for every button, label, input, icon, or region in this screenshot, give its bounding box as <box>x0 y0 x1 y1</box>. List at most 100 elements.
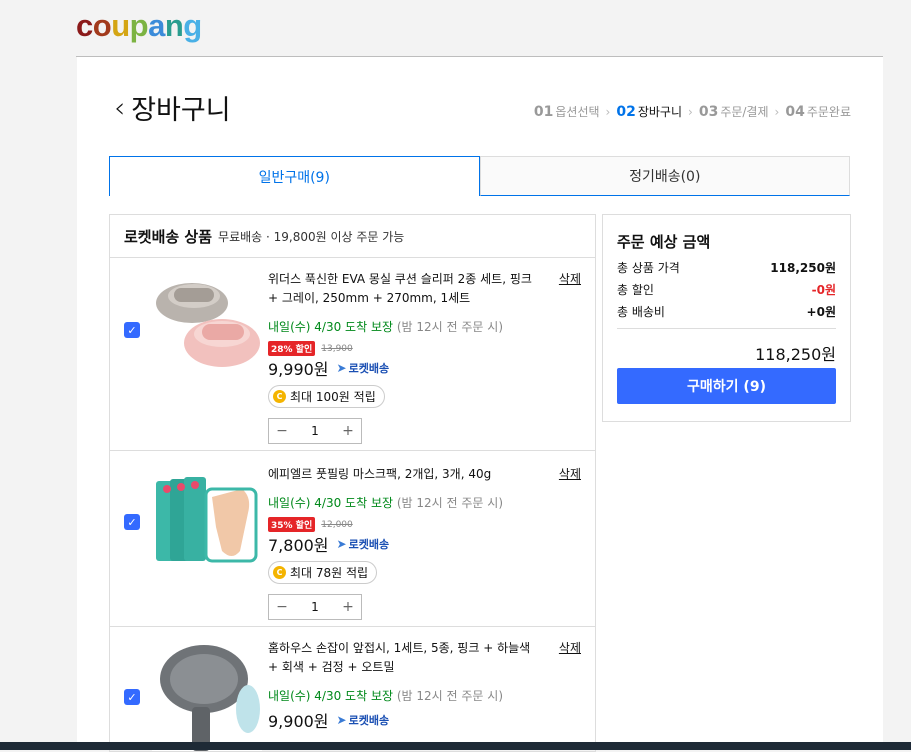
summary-total: 118,250원 <box>755 345 836 364</box>
step-2: 02 장바구니 <box>616 103 682 120</box>
quantity-stepper: − 1 + <box>268 418 362 444</box>
delivery-guarantee: 내일(수) 4/30 도착 보장 (밤 12시 전 주문 시) <box>268 494 581 511</box>
price-row: 9,900원 ➤ 로켓배송 <box>268 708 581 732</box>
summary-value: +0원 <box>806 305 836 319</box>
step-number: 03 <box>698 104 719 120</box>
os-taskbar <box>0 742 911 750</box>
delete-link[interactable]: 삭제 <box>559 639 581 656</box>
price-row: 9,990원 ➤ 로켓배송 <box>268 356 581 380</box>
delete-link[interactable]: 삭제 <box>559 270 581 287</box>
summary-value: -0원 <box>811 283 836 297</box>
plus-button[interactable]: + <box>335 599 361 615</box>
item-info: 위더스 푹신한 EVA 몽실 쿠션 슬리퍼 2종 세트, 핑크 + 그레이, 2… <box>268 270 581 444</box>
rocket-badge: ➤ 로켓배송 <box>337 712 390 728</box>
discount-badge: 35% 할인 <box>268 517 316 532</box>
step-label: 주문/결제 <box>720 105 769 119</box>
product-name[interactable]: 에피엘르 풋필링 마스크팩, 2개입, 3개, 40g <box>268 465 581 484</box>
rocket-icon: ➤ <box>336 537 347 551</box>
logo-letter: g <box>183 8 202 43</box>
logo-letter: a <box>148 8 165 43</box>
buy-button[interactable]: 구매하기 (9) <box>617 368 836 404</box>
summary-label: 총 상품 가격 <box>617 261 680 275</box>
cart-item: ✓ 에피엘르 풋필링 마스크팩, 2개입, 3개, 40g 삭제 내일(수) 4… <box>110 451 595 627</box>
delivery-date: 내일(수) 4/30 도착 보장 <box>268 320 394 334</box>
cash-reward: C 최대 100원 적립 <box>268 385 385 408</box>
rocket-delivery-title: 로켓배송 상품 <box>124 227 213 246</box>
summary-row-shipping: 총 배송비 +0원 <box>617 303 836 320</box>
summary-title: 주문 예상 금액 <box>617 233 711 251</box>
minus-button[interactable]: − <box>269 423 295 439</box>
logo-letter: u <box>111 8 130 43</box>
tab-general-purchase[interactable]: 일반구매(9) <box>109 156 480 196</box>
delivery-date: 내일(수) 4/30 도착 보장 <box>268 689 394 703</box>
product-image-plates[interactable] <box>152 639 262 751</box>
rocket-badge: ➤ 로켓배송 <box>337 360 390 376</box>
rocket-icon: ➤ <box>336 713 347 727</box>
summary-label: 총 할인 <box>617 283 654 297</box>
delivery-note: (밤 12시 전 주문 시) <box>396 689 504 703</box>
logo-letter: o <box>92 8 112 43</box>
discount-row: 28% 할인 13,900 <box>268 341 581 356</box>
back-chevron-icon[interactable]: ‹ <box>114 91 125 124</box>
delivery-note: (밤 12시 전 주문 시) <box>396 320 504 334</box>
delivery-guarantee: 내일(수) 4/30 도착 보장 (밤 12시 전 주문 시) <box>268 687 581 704</box>
tab-subscription[interactable]: 정기배송(0) <box>479 156 850 196</box>
coin-icon: C <box>273 390 286 403</box>
plus-button[interactable]: + <box>335 423 361 439</box>
logo-letter: c <box>76 8 93 43</box>
delivery-note: (밤 12시 전 주문 시) <box>396 496 504 510</box>
order-summary: 주문 예상 금액 총 상품 가격 118,250원 총 할인 -0원 총 배송비… <box>602 214 851 422</box>
page-title-text: 장바구니 <box>131 95 231 126</box>
step-label: 장바구니 <box>637 105 683 119</box>
logo-letter: n <box>164 8 184 43</box>
order-steps: 01 옵션선택 › 02 장바구니 › 03 주문/결제 › 04 주문완료 <box>534 103 851 120</box>
coin-icon: C <box>273 566 286 579</box>
item-info: 에피엘르 풋필링 마스크팩, 2개입, 3개, 40g 삭제 내일(수) 4/3… <box>268 465 581 620</box>
page-title: ‹ 장바구니 <box>114 88 231 127</box>
delivery-date: 내일(수) 4/30 도착 보장 <box>268 496 394 510</box>
quantity-value[interactable]: 1 <box>295 600 335 614</box>
minus-button[interactable]: − <box>269 599 295 615</box>
summary-row-discount: 총 할인 -0원 <box>617 281 836 298</box>
cash-text: 최대 78원 적립 <box>290 566 369 580</box>
step-3: 03 주문/결제 <box>699 103 769 120</box>
product-image-foot-mask[interactable] <box>152 467 262 579</box>
step-number: 01 <box>533 104 554 120</box>
free-shipping-note: 무료배송 · 19,800원 이상 주문 가능 <box>218 229 405 244</box>
coupang-logo[interactable]: coupang <box>76 8 202 44</box>
summary-value: 118,250원 <box>770 261 836 275</box>
step-label: 주문완료 <box>806 105 851 119</box>
summary-divider <box>617 328 836 329</box>
delete-link[interactable]: 삭제 <box>559 465 581 482</box>
product-name[interactable]: 홈하우스 손잡이 앞접시, 1세트, 5종, 핑크 + 하늘색 + 회색 + 검… <box>268 639 581 677</box>
item-checkbox[interactable]: ✓ <box>124 514 140 530</box>
item-info: 홈하우스 손잡이 앞접시, 1세트, 5종, 핑크 + 하늘색 + 회색 + 검… <box>268 639 581 732</box>
original-price: 12,000 <box>321 519 353 530</box>
product-name[interactable]: 위더스 푹신한 EVA 몽실 쿠션 슬리퍼 2종 세트, 핑크 + 그레이, 2… <box>268 270 581 308</box>
cash-reward: C 최대 78원 적립 <box>268 561 378 584</box>
original-price: 13,900 <box>321 343 353 354</box>
sale-price: 7,800원 <box>268 536 329 555</box>
step-1: 01 옵션선택 <box>534 103 600 120</box>
step-number: 02 <box>616 104 636 120</box>
chevron-right-icon: › <box>688 104 693 119</box>
step-4: 04 주문완료 <box>785 103 851 120</box>
rocket-badge: ➤ 로켓배송 <box>337 536 390 552</box>
price-row: 7,800원 ➤ 로켓배송 <box>268 532 581 556</box>
rocket-label: 로켓배송 <box>348 714 390 727</box>
quantity-value[interactable]: 1 <box>295 424 335 438</box>
cash-text: 최대 100원 적립 <box>290 390 376 404</box>
sale-price: 9,900원 <box>268 712 329 731</box>
chevron-right-icon: › <box>605 104 611 119</box>
cart-item: ✓ 홈하우스 손잡이 앞접시, 1세트, 5종, 핑크 + 하늘색 + 회색 +… <box>110 627 595 751</box>
product-image-slippers[interactable] <box>152 268 262 380</box>
discount-badge: 28% 할인 <box>268 341 316 356</box>
item-checkbox[interactable]: ✓ <box>124 322 140 338</box>
discount-row: 35% 할인 12,000 <box>268 517 581 532</box>
item-checkbox[interactable]: ✓ <box>124 689 140 705</box>
cart-tabs: 일반구매(9) 정기배송(0) <box>109 156 850 196</box>
chevron-right-icon: › <box>774 104 780 119</box>
rocket-label: 로켓배송 <box>348 362 390 375</box>
step-number: 04 <box>785 104 805 120</box>
list-header: 로켓배송 상품 무료배송 · 19,800원 이상 주문 가능 <box>110 215 595 258</box>
